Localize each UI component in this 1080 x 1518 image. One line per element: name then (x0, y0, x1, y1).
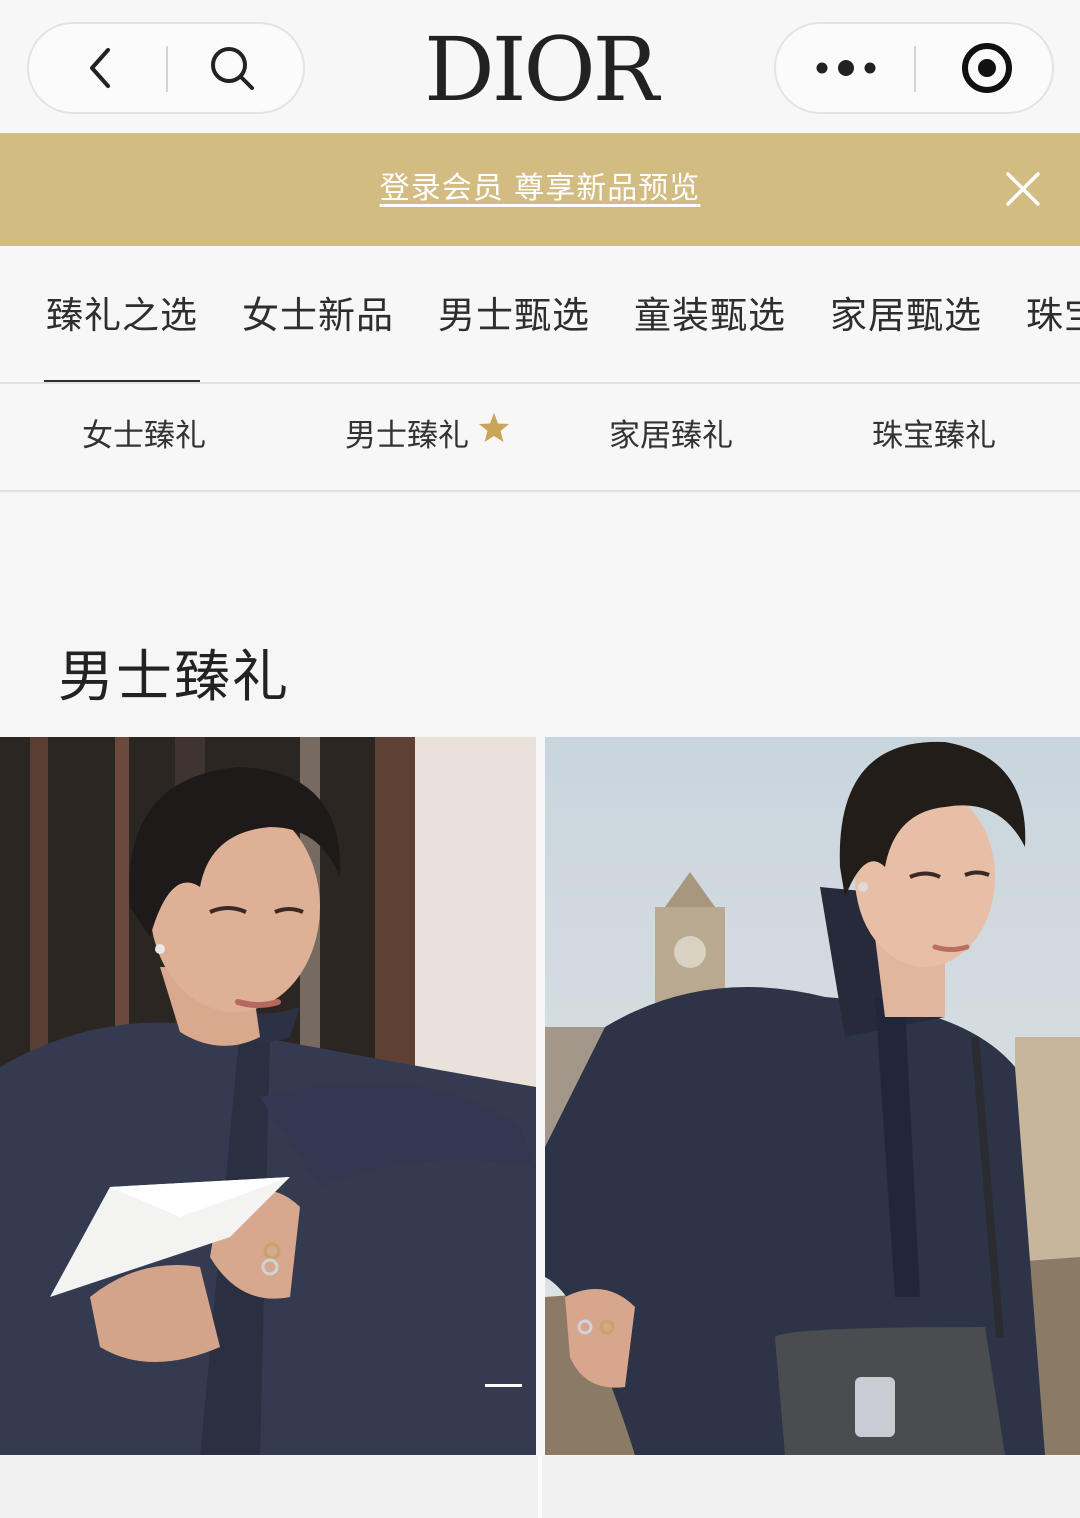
left-capsule (27, 22, 305, 114)
back-button[interactable] (47, 24, 157, 112)
tab-jewelry[interactable]: 珠宝 (1026, 290, 1080, 342)
model-photo-paper-plane (0, 737, 536, 1455)
star-icon (479, 413, 509, 442)
more-dots-icon (816, 60, 876, 76)
capsule-divider (914, 46, 916, 92)
brand-logo[interactable]: DIOR (390, 20, 690, 120)
search-icon (211, 47, 254, 90)
subtab-men-gifts[interactable]: 男士臻礼 (345, 414, 469, 458)
tab-men-selection[interactable]: 男士甄选 (438, 290, 590, 342)
search-button[interactable] (177, 24, 287, 112)
carousel-indicator (485, 1384, 522, 1387)
top-navigation-bar: DIOR (0, 0, 1080, 133)
capsule-divider (166, 46, 168, 92)
close-miniprogram-button[interactable] (932, 24, 1042, 112)
product-image-card[interactable] (545, 737, 1080, 1455)
next-row-preview (0, 1456, 1080, 1518)
tab-home-selection[interactable]: 家居甄选 (830, 290, 982, 342)
model-photo-rooftop (545, 737, 1080, 1455)
subtab-women-gifts[interactable]: 女士臻礼 (82, 414, 206, 458)
close-x-icon (1006, 172, 1040, 206)
tab-kids-selection[interactable]: 童装甄选 (634, 290, 786, 342)
product-image-card[interactable] (0, 737, 536, 1455)
banner-close-button[interactable] (998, 164, 1048, 214)
member-login-link[interactable]: 登录会员 尊享新品预览 (0, 165, 1080, 213)
chevron-left-icon (90, 48, 110, 88)
subtab-home-gifts[interactable]: 家居臻礼 (609, 414, 733, 458)
promo-banner: 登录会员 尊享新品预览 (0, 133, 1080, 246)
target-circle-icon (962, 43, 1012, 93)
card-gutter (538, 1456, 542, 1518)
subtab-jewelry-gifts[interactable]: 珠宝臻礼 (872, 414, 996, 458)
sub-category-tabs: 女士臻礼 男士臻礼 家居臻礼 珠宝臻礼 (0, 386, 1080, 492)
more-button[interactable] (791, 24, 901, 112)
category-tabs: 臻礼之选 女士新品 男士甄选 童装甄选 家居甄选 珠宝 (0, 246, 1080, 384)
tab-women-new[interactable]: 女士新品 (242, 290, 394, 342)
section-title: 男士臻礼 (58, 645, 290, 710)
tab-gift-selection[interactable]: 臻礼之选 (44, 290, 200, 382)
right-capsule (774, 22, 1054, 114)
